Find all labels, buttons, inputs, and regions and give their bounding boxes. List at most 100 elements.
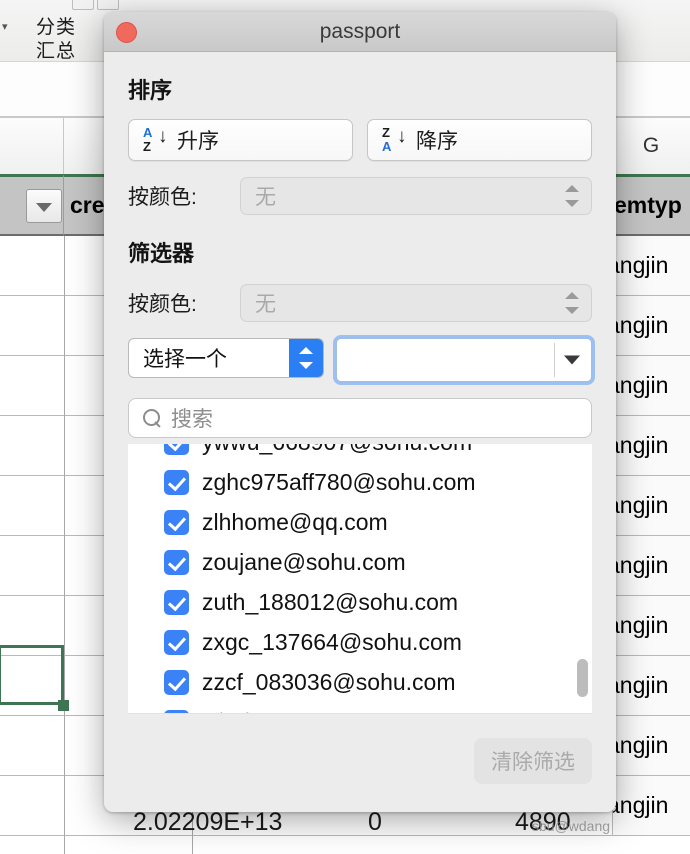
- checkbox-checked-icon[interactable]: [164, 589, 189, 615]
- popup-arrows-button[interactable]: [289, 339, 323, 377]
- filter-criteria-row: 选择一个: [128, 338, 592, 382]
- column-header-a[interactable]: [0, 118, 64, 174]
- filter-criteria-value-combobox[interactable]: [336, 338, 592, 382]
- header-cell-itemtype[interactable]: emtyp: [612, 174, 690, 236]
- filter-criteria-popup[interactable]: 选择一个: [128, 338, 324, 378]
- checkbox-checked-icon[interactable]: [164, 444, 189, 455]
- list-item-label: zuth_188012@sohu.com: [202, 588, 459, 615]
- sort-ascending-label: 升序: [177, 130, 219, 153]
- list-item[interactable]: zuth_188012@sohu.com: [128, 582, 592, 622]
- checkbox-checked-icon[interactable]: [164, 629, 189, 655]
- stepper-updown-icon: [565, 185, 579, 207]
- ribbon-subtotal-line2: 汇总: [35, 41, 76, 62]
- list-item[interactable]: zoujane@sohu.com: [128, 542, 592, 582]
- grid-cell-g[interactable]: angjin: [612, 596, 690, 655]
- dialog-footer: 清除筛选: [128, 714, 592, 800]
- ribbon-mini-button-1[interactable]: [72, 0, 94, 10]
- bottom-cell-value-1: 2.02209E+13: [133, 808, 283, 836]
- column-header-g[interactable]: G: [612, 118, 690, 174]
- grid-cell-a[interactable]: [0, 236, 64, 295]
- list-scrollbar[interactable]: [575, 444, 589, 713]
- passport-filter-dialog: passport 排序 A Z ↓ 升序 Z A ↓ 降序 按颜色: 无 筛选器…: [104, 12, 616, 812]
- active-cell-selection[interactable]: [0, 645, 64, 705]
- az-top-letter: A: [143, 125, 153, 140]
- checkbox-checked-icon[interactable]: [164, 669, 189, 695]
- list-item[interactable]: ywwu_668907@sohu.com: [128, 444, 592, 462]
- checkbox-checked-icon[interactable]: [164, 509, 189, 535]
- grid-cell-a[interactable]: [0, 416, 64, 475]
- grid-cell-a[interactable]: [0, 536, 64, 595]
- combobox-divider: [554, 343, 555, 377]
- az-arrow: ↓: [158, 126, 168, 147]
- selection-fill-handle[interactable]: [58, 700, 69, 711]
- grid-cell-g[interactable]: angjin: [612, 536, 690, 595]
- filter-values-list[interactable]: ywwu_668907@sohu.com zghc975aff780@sohu.c…: [128, 444, 592, 714]
- filter-by-color-label: 按颜色:: [128, 293, 197, 316]
- grid-cell-a[interactable]: [0, 296, 64, 355]
- ribbon-subtotal-line1: 分类: [35, 17, 76, 38]
- chevron-down-icon[interactable]: [564, 355, 580, 365]
- close-icon[interactable]: [116, 22, 137, 43]
- za-bottom-letter: A: [382, 139, 392, 154]
- list-item[interactable]: zzcf_083036@sohu.com: [128, 662, 592, 702]
- za-top-letter: Z: [382, 125, 390, 140]
- filter-by-color-select[interactable]: 无: [240, 284, 592, 322]
- grid-cell-a[interactable]: [0, 716, 64, 775]
- grid-cell-a[interactable]: [0, 476, 64, 535]
- filter-search-field[interactable]: 搜索: [128, 398, 592, 438]
- list-item-label: zxgc_137664@sohu.com: [202, 628, 462, 655]
- filter-by-color-row: 按颜色: 无: [128, 284, 592, 322]
- grid-cell-g[interactable]: angjin: [612, 476, 690, 535]
- bottom-cell-value-2: 0: [368, 808, 382, 836]
- grid-cell-g[interactable]: angjin: [612, 416, 690, 475]
- list-item-label: ywwu_668907@sohu.com: [202, 444, 472, 456]
- ribbon-mini-buttons[interactable]: [72, 0, 128, 12]
- sort-ascending-button[interactable]: A Z ↓ 升序: [128, 119, 353, 161]
- za-arrow: ↓: [397, 126, 407, 147]
- list-item-label: zoujane@sohu.com: [202, 548, 406, 575]
- checkbox-checked-icon[interactable]: [164, 469, 189, 495]
- grid-cell-g[interactable]: angjin: [612, 656, 690, 715]
- grid-cell-g[interactable]: angjin: [612, 716, 690, 775]
- dialog-body: 排序 A Z ↓ 升序 Z A ↓ 降序 按颜色: 无 筛选器 按颜色: 无 选…: [104, 73, 616, 800]
- a-to-z-down-icon: A Z ↓: [143, 125, 173, 155]
- checkbox-checked-icon[interactable]: [164, 549, 189, 575]
- sort-by-color-select[interactable]: 无: [240, 177, 592, 215]
- search-icon: [143, 409, 161, 427]
- list-item[interactable]: zxgc_137664@sohu.com: [128, 622, 592, 662]
- list-item[interactable]: zghc975aff780@sohu.com: [128, 462, 592, 502]
- filter-by-color-value: 无: [255, 293, 276, 316]
- clear-filter-button[interactable]: 清除筛选: [474, 738, 592, 784]
- list-item-label: zlhhome@qq.com: [202, 508, 388, 535]
- sort-by-color-label: 按颜色:: [128, 186, 197, 209]
- sort-descending-label: 降序: [416, 130, 458, 153]
- sort-descending-button[interactable]: Z A ↓ 降序: [367, 119, 592, 161]
- grid-cell-g[interactable]: angjin: [612, 356, 690, 415]
- filter-criteria-popup-label: 选择一个: [143, 348, 227, 371]
- filter-section-title: 筛选器: [128, 241, 195, 266]
- sort-by-color-value: 无: [255, 186, 276, 209]
- list-item-label: zghc975aff780@sohu.com: [202, 468, 476, 495]
- sort-buttons-row: A Z ↓ 升序 Z A ↓ 降序: [128, 119, 592, 161]
- list-item-label: (全选): [202, 705, 263, 713]
- filter-search-placeholder: 搜索: [171, 408, 213, 431]
- dialog-titlebar[interactable]: passport: [104, 12, 616, 52]
- ribbon-mini-button-2[interactable]: [97, 0, 119, 10]
- list-item[interactable]: (全选): [128, 702, 592, 713]
- z-to-a-down-icon: Z A ↓: [382, 125, 412, 155]
- sort-by-color-row: 按颜色: 无: [128, 177, 592, 215]
- grid-cell-g[interactable]: angjin: [612, 776, 690, 835]
- list-item-label: zzcf_083036@sohu.com: [202, 668, 456, 695]
- column-filter-dropdown-icon[interactable]: [26, 189, 62, 223]
- grid-cell-g[interactable]: angjin: [612, 296, 690, 355]
- grid-cell-a[interactable]: [0, 356, 64, 415]
- grid-cell-g[interactable]: angjin: [612, 236, 690, 295]
- grid-cell-a[interactable]: [0, 776, 64, 835]
- dialog-title: passport: [319, 19, 401, 43]
- ribbon-subtotal-button[interactable]: 分类 汇总: [26, 16, 86, 64]
- ribbon-caret-icon[interactable]: ▾: [2, 22, 12, 33]
- az-bottom-letter: Z: [143, 139, 151, 154]
- sort-section-title: 排序: [128, 78, 173, 103]
- list-scrollbar-thumb[interactable]: [577, 659, 588, 697]
- list-item[interactable]: zlhhome@qq.com: [128, 502, 592, 542]
